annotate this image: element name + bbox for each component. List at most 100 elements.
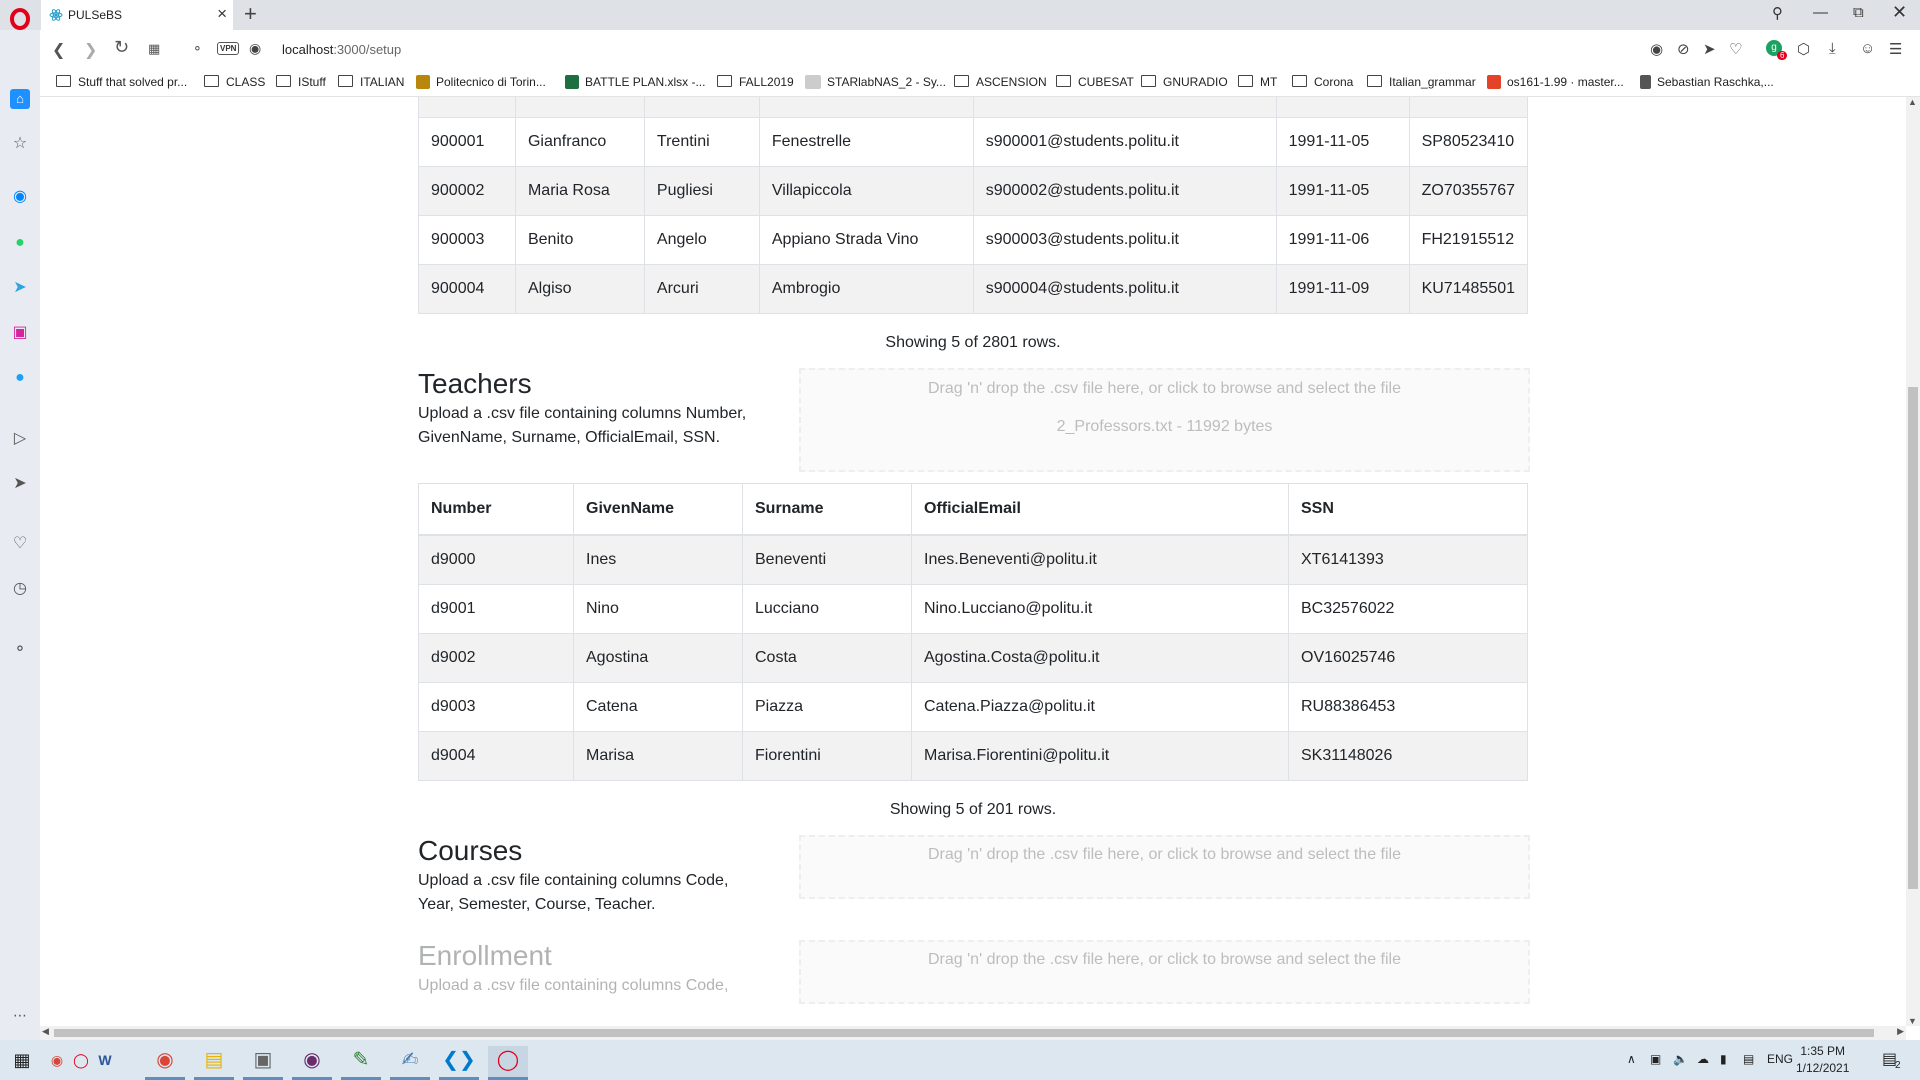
teachers-dropzone[interactable]: Drag 'n' drop the .csv file here, or cli…	[799, 368, 1530, 472]
eclipse-icon[interactable]: ◉	[292, 1046, 332, 1080]
bookmark-folder[interactable]: CLASS	[204, 75, 265, 89]
editor-icon[interactable]: ✍	[390, 1046, 430, 1080]
account-icon[interactable]: ☺	[1860, 40, 1875, 57]
url-path: :3000/setup	[333, 42, 402, 57]
lightbulb-icon[interactable]: ⚬	[10, 640, 30, 660]
enrollment-section: Enrollment Upload a .csv file containing…	[418, 940, 1530, 1026]
new-tab-icon[interactable]: +	[244, 2, 257, 26]
bookmark-folder[interactable]: GNURADIO	[1141, 75, 1228, 89]
horizontal-scrollbar[interactable]: ◀ ▶	[40, 1026, 1906, 1040]
word-icon[interactable]: W	[94, 1046, 116, 1080]
flow-sidebar-icon[interactable]: ➤	[10, 474, 30, 494]
vertical-scrollbar[interactable]: ▲ ▼	[1906, 97, 1920, 1026]
instagram-icon[interactable]: ▣	[10, 323, 30, 343]
flow-icon[interactable]: ➤	[1703, 40, 1716, 58]
scroll-right-icon[interactable]: ▶	[1897, 1026, 1904, 1037]
bookmarks-heart-icon[interactable]: ♡	[10, 534, 30, 554]
cube-icon[interactable]: ⬡	[1797, 40, 1810, 58]
bookmark-folder[interactable]: Italian_grammar	[1367, 75, 1476, 89]
bookmark-folder[interactable]: CUBESAT	[1056, 75, 1134, 89]
adblock-icon[interactable]: ⊘	[1677, 40, 1690, 58]
menu-icon[interactable]: ☰	[1889, 40, 1902, 58]
cell: s900001@students.politu.it	[972, 117, 1277, 167]
scrollbar-thumb[interactable]	[54, 1029, 1874, 1037]
vpn-badge[interactable]: VPN	[217, 42, 240, 55]
bookmark-link[interactable]: Politecnico di Torin...	[416, 75, 546, 89]
history-icon[interactable]: ◷	[10, 579, 30, 599]
opera-taskbar-icon[interactable]: ◯	[488, 1046, 528, 1080]
folder-icon	[717, 75, 732, 87]
reload-icon[interactable]: ↻	[114, 37, 129, 58]
table-row: d9004 Marisa Fiorentini Marisa.Fiorentin…	[418, 731, 1528, 781]
bookmark-folder[interactable]: ASCENSION	[954, 75, 1047, 89]
close-tab-icon[interactable]: ×	[217, 4, 227, 24]
courses-dropzone[interactable]: Drag 'n' drop the .csv file here, or cli…	[799, 835, 1530, 899]
home-icon[interactable]: ⌂	[10, 89, 30, 109]
globe-icon[interactable]: ◉	[249, 40, 261, 57]
table-header-row: Number GivenName Surname OfficialEmail S…	[418, 483, 1528, 536]
tray-chevron-icon[interactable]: ∧	[1627, 1052, 1636, 1066]
scroll-down-icon[interactable]: ▼	[1908, 1016, 1917, 1026]
bookmark-link[interactable]: BATTLE PLAN.xlsx -...	[565, 75, 705, 89]
player-icon[interactable]: ▷	[10, 429, 30, 449]
enrollment-dropzone[interactable]: Drag 'n' drop the .csv file here, or cli…	[799, 940, 1530, 1004]
cell: d9002	[418, 633, 574, 683]
language-indicator[interactable]: ENG	[1767, 1052, 1793, 1066]
notepad-plus-icon[interactable]: ✎	[341, 1046, 381, 1080]
minimize-icon[interactable]: —	[1813, 4, 1828, 21]
search-tabs-icon[interactable]: ⚲	[1772, 4, 1783, 22]
forward-icon[interactable]: ❯	[84, 40, 97, 60]
scroll-up-icon[interactable]: ▲	[1908, 97, 1917, 107]
url-field[interactable]: localhost:3000/setup	[282, 42, 401, 57]
folder-icon	[1292, 75, 1307, 87]
teachers-row-count: Showing 5 of 201 rows.	[889, 801, 1057, 818]
cell: Nino.Lucciano@politu.it	[911, 584, 1289, 634]
column-header: Number	[418, 483, 574, 536]
tabs-grid-icon[interactable]: ▦	[148, 41, 160, 57]
vscode-icon[interactable]: ❮❯	[439, 1046, 479, 1080]
file-explorer-icon[interactable]: ▤	[194, 1046, 234, 1080]
teachers-description: Upload a .csv file containing columns Nu…	[418, 405, 747, 446]
bookmark-link[interactable]: os161-1.99 · master...	[1487, 75, 1624, 89]
cell: s900002@students.politu.it	[972, 166, 1277, 216]
whatsapp-icon[interactable]: ●	[10, 233, 30, 253]
bookmark-folder[interactable]: MT	[1238, 75, 1277, 89]
scroll-left-icon[interactable]: ◀	[42, 1026, 49, 1037]
snapshot-link-icon[interactable]: ⚬	[192, 41, 203, 57]
telegram-icon[interactable]: ➤	[10, 278, 30, 298]
bookmark-folder[interactable]: FALL2019	[717, 75, 794, 89]
bookmark-link[interactable]: Sebastian Raschka,...	[1640, 75, 1774, 89]
photos-icon[interactable]: ▣	[243, 1046, 283, 1080]
network-icon[interactable]: ▤	[1743, 1052, 1754, 1066]
volume-icon[interactable]: 🔈	[1673, 1052, 1688, 1066]
tab-pulsebs[interactable]: PULSeBS ×	[41, 0, 233, 30]
bookmark-link[interactable]: STARlabNAS_2 - Sy...	[805, 75, 946, 89]
scrollbar-thumb[interactable]	[1908, 387, 1918, 889]
back-icon[interactable]: ❮	[52, 40, 65, 60]
chrome-taskbar-icon[interactable]: ◉	[145, 1046, 185, 1080]
heart-icon[interactable]: ♡	[1729, 40, 1742, 58]
close-window-icon[interactable]: ✕	[1892, 2, 1907, 23]
messenger-icon[interactable]: ◉	[10, 187, 30, 207]
opera-logo-icon[interactable]	[9, 8, 31, 30]
students-table: 900001 Gianfranco Trentini Fenestrelle s…	[418, 97, 1529, 314]
cell: Ines.Beneventi@politu.it	[911, 534, 1289, 585]
twitter-icon[interactable]: ●	[10, 368, 30, 388]
chrome-icon[interactable]: ◉	[46, 1046, 68, 1080]
download-icon[interactable]: ⤓	[1829, 40, 1836, 57]
camera-icon[interactable]: ◉	[1650, 40, 1663, 58]
bookmark-folder[interactable]: IStuff	[276, 75, 326, 89]
cloud-icon[interactable]: ☁	[1697, 1052, 1709, 1066]
table-row: d9001 Nino Lucciano Nino.Lucciano@politu…	[418, 584, 1528, 634]
system-clock[interactable]: 1:35 PM 1/12/2021	[1796, 1043, 1849, 1077]
bookmark-folder[interactable]: ITALIAN	[338, 75, 404, 89]
windows-start-icon[interactable]: ▦	[2, 1046, 42, 1080]
tray-app-icon[interactable]: ▣	[1650, 1052, 1661, 1066]
restore-icon[interactable]: ⧉	[1853, 4, 1864, 21]
speed-dial-icon[interactable]: ☆	[10, 134, 30, 154]
bookmark-folder[interactable]: Stuff that solved pr...	[56, 75, 187, 89]
more-icon[interactable]: ⋯	[10, 1005, 30, 1025]
opera-taskbar-mini-icon[interactable]: ◯	[70, 1046, 92, 1080]
battery-icon[interactable]: ▮	[1720, 1052, 1727, 1066]
bookmark-folder[interactable]: Corona	[1292, 75, 1353, 89]
